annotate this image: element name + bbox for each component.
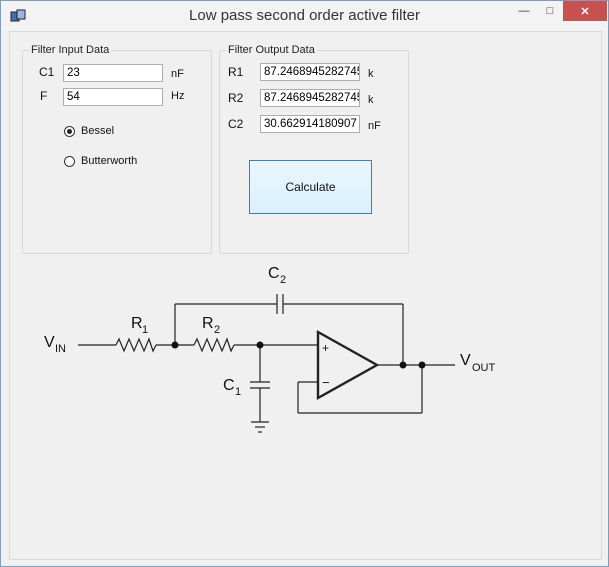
client-area: Filter Input Data C1 23 nF F 54 Hz Besse… [9, 31, 602, 560]
r1-subscript: 1 [142, 324, 148, 336]
opamp-minus-label: − [322, 375, 330, 390]
c2-symbol-label: C [268, 265, 280, 282]
vout-subscript: OUT [472, 362, 496, 374]
junction-dot-c1 [256, 341, 264, 349]
opamp-plus-label: + [322, 341, 329, 355]
r2-subscript: 2 [214, 324, 220, 336]
r2-resistor [193, 337, 235, 353]
app-window: Low pass second order active filter — □ … [0, 0, 609, 567]
vout-label: V [460, 352, 471, 369]
filter-schematic: V IN V OUT R 1 R 2 C 1 C 2 + − [44, 265, 496, 433]
r1-resistor [115, 337, 157, 353]
vin-label: V [44, 334, 55, 351]
c2-subscript: 2 [280, 274, 286, 286]
maximize-button[interactable]: □ [537, 1, 563, 21]
c1-subscript: 1 [235, 386, 241, 398]
title-bar[interactable]: Low pass second order active filter — □ … [1, 1, 608, 31]
r1-symbol-label: R [131, 315, 143, 332]
vin-subscript: IN [55, 343, 66, 355]
junction-dot-c2 [399, 361, 407, 369]
c1-symbol-label: C [223, 377, 235, 394]
minimize-button[interactable]: — [511, 1, 537, 21]
r2-symbol-label: R [202, 315, 214, 332]
close-button[interactable]: ✕ [563, 1, 607, 21]
junction-dot-r1r2 [171, 341, 179, 349]
junction-dot-feedback [418, 361, 426, 369]
